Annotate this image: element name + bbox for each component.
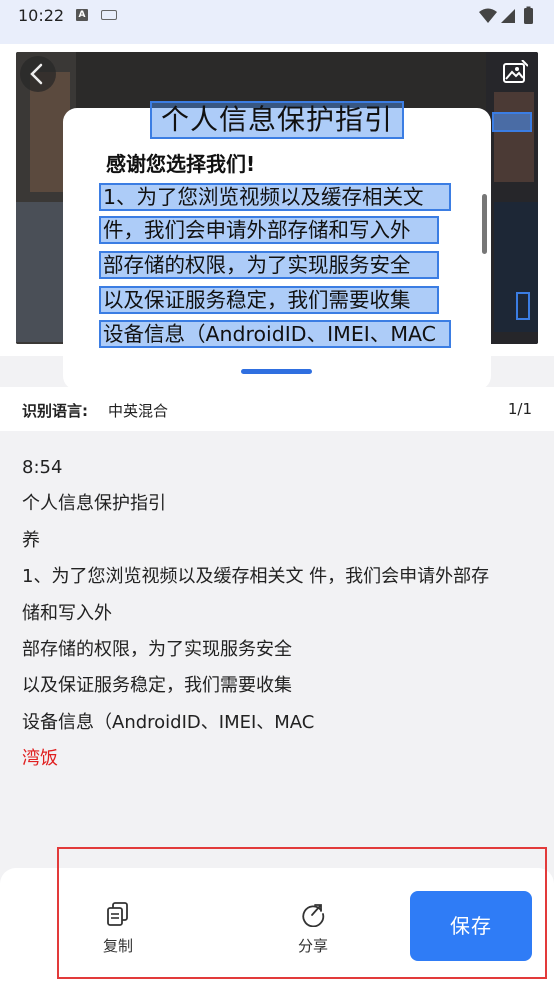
language-label: 识别语言: bbox=[22, 402, 88, 420]
result-line: 部存储的权限，为了实现服务安全 bbox=[22, 639, 292, 661]
result-line: 1、为了您浏览视频以及缓存相关文 件，我们会申请外部存 bbox=[22, 566, 490, 588]
annotation-highlight-box bbox=[57, 847, 547, 979]
back-button[interactable] bbox=[20, 56, 56, 92]
status-bar: 10:22 A bbox=[0, 0, 554, 34]
ocr-line-box: 1、为了您浏览视频以及缓存相关文 bbox=[99, 183, 451, 211]
ocr-line-box: 部存储的权限，为了实现服务安全 bbox=[99, 251, 439, 279]
signal-icon bbox=[501, 9, 515, 23]
dialog-thanks-text: 感谢您选择我们! bbox=[106, 152, 256, 176]
result-line: 设备信息（AndroidID、IMEI、MAC bbox=[22, 711, 315, 733]
result-line: 个人信息保护指引 bbox=[22, 493, 166, 515]
keyboard-icon bbox=[101, 10, 117, 20]
system-status-icons bbox=[479, 6, 533, 24]
image-edit-icon[interactable] bbox=[502, 60, 528, 86]
result-line: 养 bbox=[22, 529, 40, 551]
ocr-line-box: 件，我们会申请外部存储和写入外 bbox=[99, 216, 439, 244]
page-counter: 1/1 bbox=[507, 400, 532, 418]
recognized-text[interactable]: 8:54 个人信息保护指引 养 1、为了您浏览视频以及缓存相关文 件，我们会申请… bbox=[22, 450, 537, 778]
recognition-language-bar: 识别语言: 中英混合 1/1 bbox=[0, 387, 554, 431]
result-line: 以及保证服务稳定，我们需要收集 bbox=[22, 675, 292, 697]
wifi-icon bbox=[479, 8, 497, 23]
drag-handle[interactable] bbox=[241, 369, 312, 374]
language-value[interactable]: 中英混合 bbox=[108, 400, 168, 421]
result-line: 储和写入外 bbox=[22, 602, 112, 624]
back-arrow-icon bbox=[30, 63, 43, 85]
ocr-title-box: 个人信息保护指引 bbox=[150, 101, 404, 139]
battery-icon bbox=[524, 8, 533, 24]
ocr-line-box: 设备信息（AndroidID、IMEI、MAC bbox=[99, 320, 451, 348]
status-time: 10:22 bbox=[18, 6, 65, 25]
dialog-scrollbar bbox=[482, 194, 487, 254]
ocr-line-box: 以及保证服务稳定，我们需要收集 bbox=[99, 286, 439, 314]
notification-a-icon: A bbox=[76, 9, 88, 21]
result-line: 8:54 bbox=[22, 457, 63, 478]
result-error-line: 湾饭 bbox=[22, 748, 58, 770]
